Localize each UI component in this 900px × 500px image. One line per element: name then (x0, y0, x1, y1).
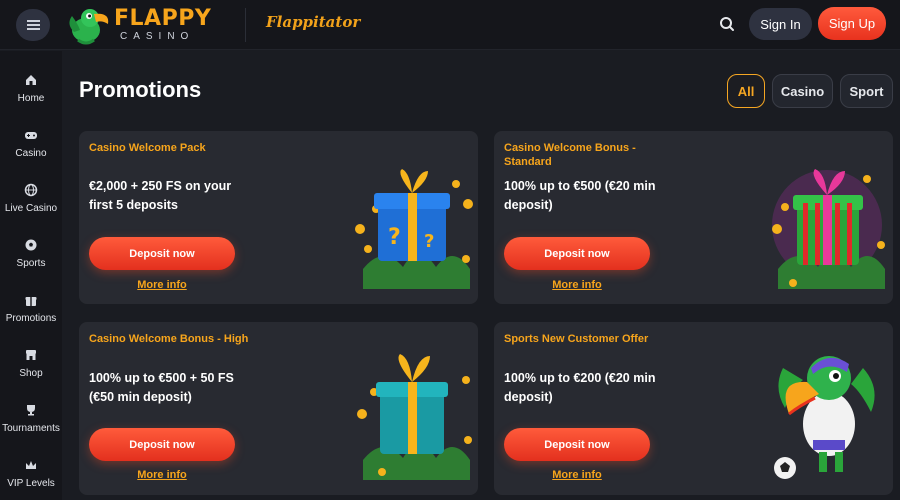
deposit-now-button[interactable]: Deposit now (504, 428, 650, 461)
header-divider (245, 8, 246, 42)
deposit-now-button[interactable]: Deposit now (89, 428, 235, 461)
home-icon (26, 75, 36, 85)
teal-gift-icon (357, 354, 472, 480)
more-info-link[interactable]: More info (504, 469, 650, 481)
svg-text:?: ? (388, 225, 401, 250)
bird-logo-icon (69, 9, 109, 45)
logo-sub-text: CASINO (120, 31, 195, 42)
sidebar-item-label: Live Casino (4, 203, 58, 214)
shop-icon (26, 350, 36, 360)
globe-icon (24, 183, 38, 197)
filter-all-button[interactable]: All (727, 74, 765, 108)
deposit-now-button[interactable]: Deposit now (89, 237, 235, 270)
promo-title: Casino Welcome Bonus - High (89, 333, 249, 345)
green-gift-icon (772, 169, 885, 289)
filter-sport-button[interactable]: Sport (840, 74, 893, 108)
logo[interactable]: FLAPPY CASINO (64, 4, 211, 46)
sidebar-item-label: Sports (16, 258, 46, 269)
sidebar-item-tournaments[interactable]: Tournaments (0, 403, 62, 453)
promo-description: €2,000 + 250 FS on your first 5 deposits (89, 179, 232, 212)
trophy-icon (27, 405, 35, 416)
sidebar-item-label: Home (17, 93, 45, 104)
promo-card: Casino Welcome Pack €2,000 + 250 FS on y… (79, 131, 478, 304)
sidebar-item-label: VIP Levels (7, 478, 55, 489)
sidebar-item-shop[interactable]: Shop (0, 348, 62, 398)
sidebar: Home Casino Live Casino Sports Promotion… (0, 51, 62, 500)
sidebar-item-promotions[interactable]: Promotions (0, 293, 62, 343)
sign-in-button[interactable]: Sign In (749, 8, 812, 40)
promo-title: Casino Welcome Bonus - Standard (504, 142, 636, 168)
deposit-now-button[interactable]: Deposit now (504, 237, 650, 270)
more-info-link[interactable]: More info (504, 279, 650, 291)
promo-card: Sports New Customer Offer 100% up to €20… (494, 322, 893, 495)
gift-icon (25, 297, 37, 306)
page-title: Promotions (79, 77, 202, 102)
sidebar-item-label: Tournaments (2, 423, 60, 434)
promo-title: Casino Welcome Pack (89, 142, 206, 154)
ball-icon (25, 239, 37, 251)
more-info-link[interactable]: More info (89, 279, 235, 291)
blue-gift-icon: ? ? (355, 169, 473, 289)
sidebar-item-vip-levels[interactable]: VIP Levels (0, 458, 62, 500)
svg-text:?: ? (424, 231, 434, 252)
partner-logo[interactable]: Flappitator (266, 13, 360, 31)
hamburger-icon (26, 24, 40, 26)
sidebar-item-casino[interactable]: Casino (0, 128, 62, 178)
toucan-mascot-icon (774, 356, 875, 479)
promo-card: Casino Welcome Bonus - High 100% up to €… (79, 322, 478, 495)
sidebar-item-home[interactable]: Home (0, 73, 62, 123)
hamburger-menu-button[interactable] (16, 9, 50, 41)
filter-casino-button[interactable]: Casino (772, 74, 833, 108)
more-info-link[interactable]: More info (89, 469, 235, 481)
sidebar-item-label: Shop (19, 368, 43, 379)
logo-main-text: FLAPPY (114, 6, 212, 31)
sidebar-item-label: Casino (15, 148, 47, 159)
promo-title: Sports New Customer Offer (504, 333, 649, 345)
promo-description: 100% up to €200 (€20 min deposit) (504, 371, 656, 404)
promo-card: Casino Welcome Bonus - Standard 100% up … (494, 131, 893, 304)
sidebar-item-sports[interactable]: Sports (0, 238, 62, 288)
promo-description: 100% up to €500 (€20 min deposit) (504, 179, 656, 212)
search-icon[interactable] (716, 13, 738, 35)
gamepad-icon (25, 132, 37, 139)
sidebar-item-live-casino[interactable]: Live Casino (0, 183, 62, 233)
promo-description: 100% up to €500 + 50 FS (€50 min deposit… (89, 371, 234, 404)
sidebar-item-label: Promotions (5, 313, 57, 324)
sign-up-button[interactable]: Sign Up (818, 7, 886, 40)
crown-icon (26, 461, 36, 469)
top-bar: FLAPPY CASINO Flappitator Sign In Sign U… (0, 0, 900, 50)
